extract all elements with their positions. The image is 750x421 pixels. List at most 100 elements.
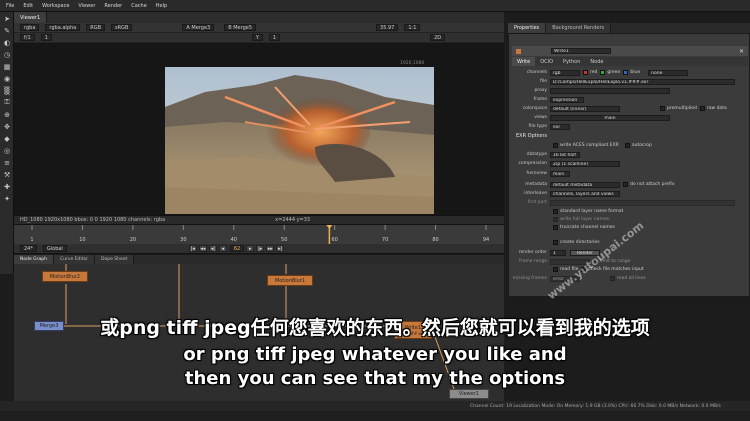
node-motionblur1[interactable]: MotionBlur1 [267,275,313,286]
other-icon[interactable]: ✚ [2,182,12,191]
subtab-node[interactable]: Node [585,57,608,66]
subtab-write[interactable]: Write [512,57,536,66]
menu-viewer[interactable]: Viewer [78,3,95,9]
zoom-field[interactable]: 35.97 [376,24,399,31]
tab-background-renders[interactable]: Background Renders [546,22,612,34]
input-a-select[interactable]: A Merge3 [182,24,215,31]
transform-icon[interactable]: ✥ [2,122,12,131]
node-viewer1[interactable]: Viewer1 [449,389,489,399]
close-icon[interactable]: ✕ [739,48,744,55]
display-style-select[interactable]: RGB [86,24,106,31]
green-checkbox[interactable] [600,70,606,75]
frame-select[interactable]: expression [550,96,584,103]
time-icon[interactable]: ◷ [2,50,12,59]
current-frame-field[interactable]: 62 [229,245,245,252]
node-motionblur2[interactable]: MotionBlur2 [42,271,88,282]
step-back-button[interactable]: ◂| [208,245,217,252]
file-path-field[interactable]: D:/Comps/HellExplo/HellExplo.v1.###.exr [550,78,735,85]
proxy-scale-select[interactable]: 1:1 [404,24,421,31]
3d-icon[interactable]: ◆ [2,134,12,143]
gamma-field[interactable]: 1 [268,34,281,41]
proxy-path-field[interactable] [550,87,670,94]
node-color-icon[interactable] [516,48,521,54]
view-mode-select[interactable]: 2D [430,34,446,41]
channel-set-select[interactable]: rgba [20,24,40,31]
first-part-field[interactable] [550,199,735,206]
fps-field[interactable]: 24* [20,245,37,252]
metadata-select[interactable]: default metadata [550,181,620,188]
read-all-lines-checkbox[interactable] [610,276,615,281]
read-file-checkbox[interactable] [553,267,558,272]
menu-file[interactable]: File [6,3,14,9]
render-order-field[interactable]: 1 [550,249,566,256]
compression-select[interactable]: Zip (1 scanline) [550,160,620,167]
views-icon[interactable]: ◎ [2,146,12,155]
menu-render[interactable]: Render [104,3,122,9]
timeline-tick-label: 94 [483,237,489,243]
keyer-icon[interactable]: ⚿ [2,98,12,107]
subtab-ocio[interactable]: OCIO [535,57,558,66]
subtab-python[interactable]: Python [558,57,585,66]
full-layer-checkbox[interactable] [553,217,558,222]
interleave-select[interactable]: channels, layers and views [550,190,620,197]
toolsets-icon[interactable]: ⚒ [2,170,12,179]
blue-checkbox[interactable] [623,70,629,75]
frame-row: frame expression [512,96,748,103]
input-b-select[interactable]: B Merge5 [224,24,257,31]
timeline[interactable]: 1 10 20 30 40 50 60 70 80 94 [14,224,504,245]
first-frame-button[interactable]: |◂ [188,245,197,252]
create-dirs-checkbox[interactable] [553,240,558,245]
alpha-select[interactable]: none [648,69,689,76]
timeline-tick-label: 30 [180,237,186,243]
step-forward-button[interactable]: |▸ [256,245,265,252]
prev-keyframe-button[interactable]: ◂◂ [198,245,207,252]
filter-icon[interactable]: ▒ [2,86,12,95]
alpha-channel-select[interactable]: rgba.alpha [45,24,81,31]
menu-edit[interactable]: Edit [23,3,33,9]
blue-label: blue [630,70,641,75]
pointer-icon[interactable]: ➤ [2,14,12,23]
standard-layer-checkbox[interactable] [553,209,558,214]
tab-viewer1[interactable]: Viewer1 [14,12,48,23]
play-forward-button[interactable]: ▸ [246,245,255,252]
color-icon[interactable]: ◉ [2,74,12,83]
autocrop-checkbox[interactable] [624,143,630,148]
metadata-icon[interactable]: ≡ [2,158,12,167]
furnace-icon[interactable]: ✦ [2,194,12,203]
channel-icon[interactable]: ▦ [2,62,12,71]
merge-icon[interactable]: ⊕ [2,110,12,119]
gain-field[interactable]: 1 [40,34,52,41]
datatype-select[interactable]: 16 bit half [550,151,580,158]
tab-dope-sheet[interactable]: Dope Sheet [95,255,135,264]
menu-help[interactable]: Help [156,3,167,9]
aces-checkbox[interactable] [553,143,558,148]
file-label: file [540,79,547,84]
truncate-checkbox[interactable] [553,225,558,230]
fstop-field[interactable]: f/1 [20,34,35,41]
menu-cache[interactable]: Cache [131,3,147,9]
views-field[interactable]: main [550,114,670,121]
tab-properties[interactable]: Properties [508,22,547,34]
range-mode-select[interactable]: Global [42,245,67,252]
last-frame-button[interactable]: ▸| [276,245,285,252]
colorspace-select[interactable]: sRGB [111,24,133,31]
no-prefix-checkbox[interactable] [623,182,628,187]
channels-select[interactable]: rgb [550,69,580,76]
heroview-select[interactable]: main [550,170,570,177]
timeline-ruler[interactable]: 1 10 20 30 40 50 60 70 80 94 [14,225,504,245]
tab-node-graph[interactable]: Node Graph [14,255,54,264]
draw-icon[interactable]: ◐ [2,38,12,47]
file-type-select[interactable]: exr [550,123,570,130]
premultiplied-checkbox[interactable] [660,106,665,111]
colorspace-select[interactable]: default (linear) [550,105,620,112]
raw-data-checkbox[interactable] [699,106,705,111]
paint-icon[interactable]: ✎ [2,26,12,35]
next-keyframe-button[interactable]: ▸▸ [266,245,275,252]
interleave-label: interleave [524,191,547,196]
play-backward-button[interactable]: ◂ [218,245,227,252]
red-checkbox[interactable] [583,70,588,75]
menu-workspace[interactable]: Workspace [42,3,69,9]
playhead-handle-icon[interactable] [326,225,333,229]
node-name-field[interactable]: Write1 [551,48,611,54]
tab-curve-editor[interactable]: Curve Editor [53,255,96,264]
